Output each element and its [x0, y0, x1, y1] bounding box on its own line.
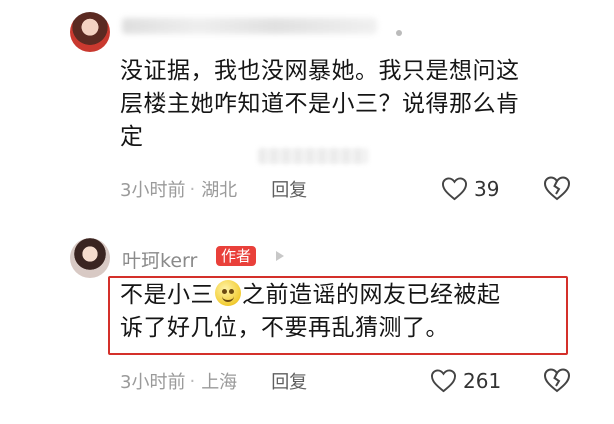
comment-fragment: 不是小三	[120, 282, 214, 308]
like-button[interactable]: 39	[441, 176, 499, 201]
comment-meta: 3小时前 · 湖北 回复	[120, 176, 307, 202]
comment-line: 诉了好几位，不要再乱猜测了。	[120, 315, 449, 341]
reply-button[interactable]: 回复	[271, 368, 307, 394]
like-count: 261	[463, 368, 502, 393]
comment-fragment: 之前造谣的网友已经被起	[242, 282, 501, 308]
heart-outline-icon	[441, 177, 468, 201]
reply-button[interactable]: 回复	[271, 176, 307, 202]
author-badge: 作者	[216, 246, 257, 266]
comment-time: 3小时前	[120, 372, 186, 393]
comment-line: 没证据，我也没网暴她。我只是想问这	[120, 58, 520, 84]
smile-emoji-icon	[215, 280, 241, 306]
author-name[interactable]: 叶珂kerr	[122, 246, 197, 273]
heart-outline-icon	[430, 369, 457, 393]
broken-heart-icon[interactable]	[543, 367, 571, 393]
comment-meta: 3小时前 · 上海 回复	[120, 368, 307, 394]
comment-location: 上海	[201, 372, 238, 393]
blurred-watermark	[258, 148, 368, 164]
blurred-username	[122, 18, 377, 34]
commenter-avatar[interactable]	[70, 12, 110, 52]
reply-arrow-icon	[276, 251, 284, 261]
comment-text: 没证据，我也没网暴她。我只是想问这 层楼主她咋知道不是小三？说得那么肯 定	[120, 55, 590, 154]
author-avatar[interactable]	[70, 238, 110, 278]
author-comment-text: 不是小三 之前造谣的网友已经被起 诉了好几位，不要再乱猜测了。	[120, 279, 560, 345]
meta-separator: ·	[189, 370, 196, 392]
like-button[interactable]: 261	[430, 368, 501, 393]
comment-line: 层楼主她咋知道不是小三？说得那么肯	[120, 91, 520, 117]
comment-line: 不是小三 之前造谣的网友已经被起	[120, 279, 560, 312]
meta-separator: ·	[189, 178, 196, 200]
comment-location: 湖北	[201, 180, 238, 201]
comment-time: 3小时前	[120, 180, 186, 201]
like-count: 39	[474, 176, 500, 201]
broken-heart-icon[interactable]	[543, 175, 571, 201]
blurred-dot	[396, 30, 402, 36]
